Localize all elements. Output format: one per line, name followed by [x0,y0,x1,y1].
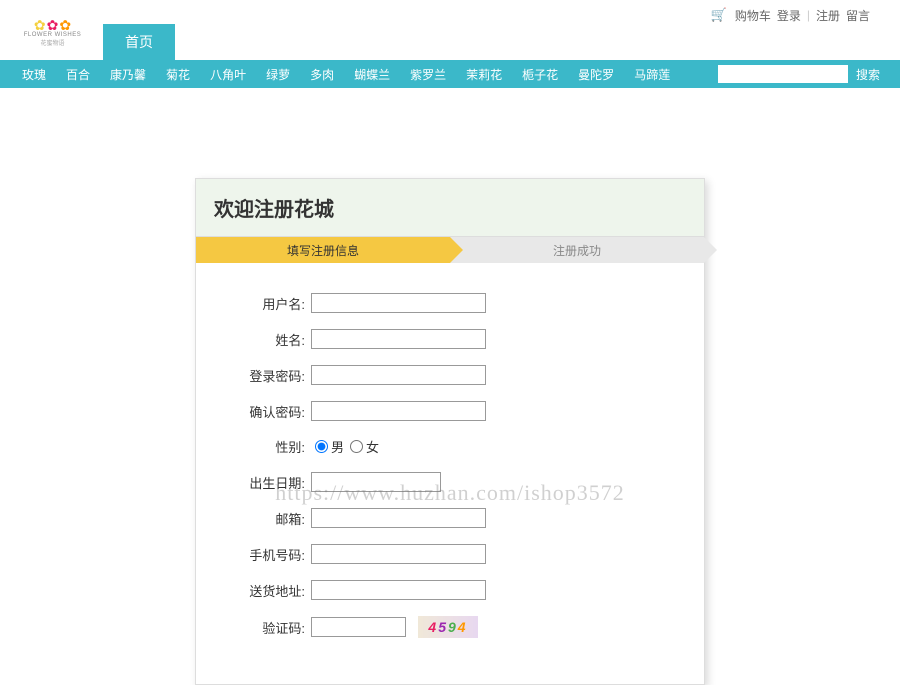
password-input[interactable] [311,365,486,385]
phone-label: 手机号码: [216,545,311,564]
register-form: 用户名: 姓名: 登录密码: 确认密码: 性别: 男 女 出生日期: 邮箱: [196,263,704,638]
step-fill-info: 填写注册信息 [196,237,450,263]
cat-link[interactable]: 蝴蝶兰 [344,66,400,83]
header: ✿✿✿ FLOWER WISHES 花蜜物语 首页 [0,30,900,60]
gender-label: 性别: [216,437,311,456]
female-label: 女 [366,437,379,456]
logo[interactable]: ✿✿✿ FLOWER WISHES 花蜜物语 [15,10,90,55]
male-label: 男 [331,437,344,456]
cat-link[interactable]: 紫罗兰 [400,66,456,83]
confirm-input[interactable] [311,401,486,421]
register-panel: 欢迎注册花城 填写注册信息 注册成功 用户名: 姓名: 登录密码: 确认密码: … [195,178,705,685]
address-label: 送货地址: [216,581,311,600]
gender-female-radio[interactable] [350,440,363,453]
cart-link[interactable]: 购物车 [735,7,771,24]
register-link[interactable]: 注册 [816,7,840,24]
cart-icon: 🛒 [711,7,727,23]
captcha-label: 验证码: [216,618,311,637]
email-label: 邮箱: [216,509,311,528]
cat-link[interactable]: 多肉 [300,66,344,83]
step-success: 注册成功 [450,237,704,263]
cat-link[interactable]: 茉莉花 [456,66,512,83]
username-label: 用户名: [216,294,311,313]
logo-subtitle: 花蜜物语 [40,38,64,47]
cat-link[interactable]: 玫瑰 [12,66,56,83]
captcha-image[interactable]: 4594 [418,616,478,638]
cat-link[interactable]: 菊花 [156,66,200,83]
cat-link[interactable]: 栀子花 [512,66,568,83]
name-label: 姓名: [216,330,311,349]
confirm-label: 确认密码: [216,402,311,421]
cat-link[interactable]: 八角叶 [200,66,256,83]
search-button[interactable]: 搜索 [856,66,880,83]
name-input[interactable] [311,329,486,349]
email-input[interactable] [311,508,486,528]
cat-link[interactable]: 绿萝 [256,66,300,83]
search-box: 搜索 [718,65,900,83]
birthday-label: 出生日期: [216,473,311,492]
separator: | [807,8,810,22]
password-label: 登录密码: [216,366,311,385]
birthday-input[interactable] [311,472,441,492]
panel-title: 欢迎注册花城 [196,179,704,237]
category-nav: 玫瑰 百合 康乃馨 菊花 八角叶 绿萝 多肉 蝴蝶兰 紫罗兰 茉莉花 栀子花 曼… [0,60,900,88]
cat-link[interactable]: 百合 [56,66,100,83]
search-input[interactable] [718,65,848,83]
gender-male-radio[interactable] [315,440,328,453]
home-button[interactable]: 首页 [103,24,175,60]
logo-flowers-icon: ✿✿✿ [34,18,71,32]
captcha-input[interactable] [311,617,406,637]
steps: 填写注册信息 注册成功 [196,237,704,263]
gender-group: 男 女 [311,437,379,456]
login-link[interactable]: 登录 [777,7,801,24]
cat-link[interactable]: 曼陀罗 [568,66,624,83]
cat-link[interactable]: 康乃馨 [100,66,156,83]
cat-link[interactable]: 马蹄莲 [624,66,680,83]
phone-input[interactable] [311,544,486,564]
username-input[interactable] [311,293,486,313]
address-input[interactable] [311,580,486,600]
message-link[interactable]: 留言 [846,7,870,24]
